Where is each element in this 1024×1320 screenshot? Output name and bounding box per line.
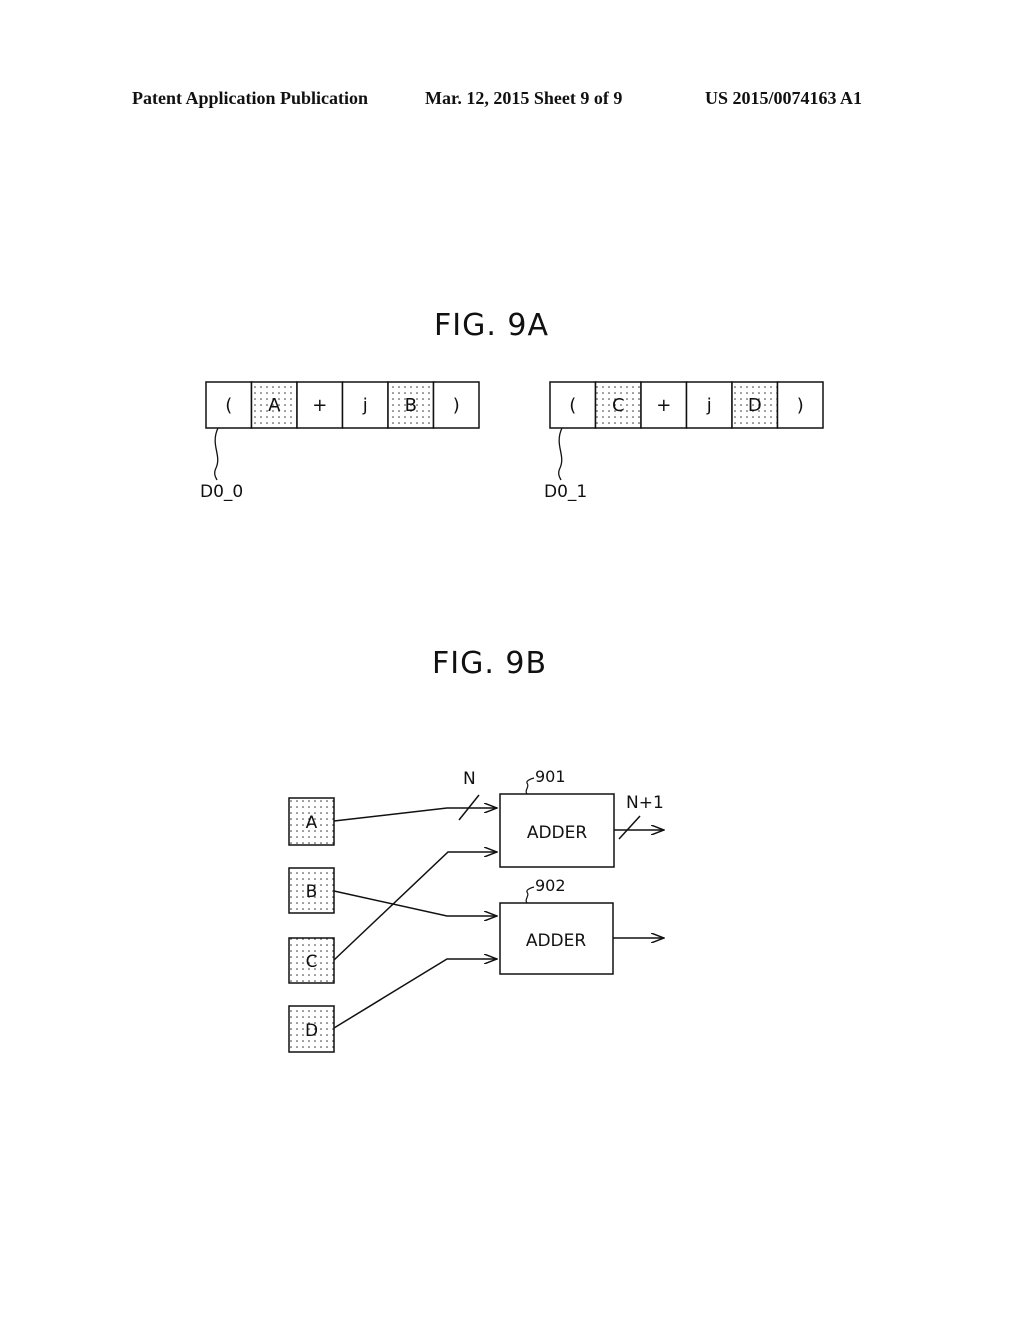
input-b-label: B [306, 882, 318, 902]
input-a: A [288, 797, 335, 846]
adder-901-leader [525, 777, 535, 795]
leader-line-d0-1 [558, 427, 563, 481]
leader-line-d0-0 [214, 427, 219, 481]
register-cell-text: A [268, 395, 281, 416]
register-cell-text: ( [225, 395, 232, 416]
input-d-label: D [305, 1021, 318, 1041]
register-cell-text: D [748, 395, 762, 416]
register-label-d0-0: D0_0 [200, 482, 243, 502]
adder-902: ADDER 902 [499, 876, 614, 975]
wire-d-to-adder-902 [333, 959, 497, 1029]
register-cell-text: + [656, 395, 671, 416]
bus-width-slash-out [618, 815, 641, 840]
bus-out-label: N+1 [626, 793, 664, 813]
register-cell-text: ( [569, 395, 576, 416]
register-label-d0-1: D0_1 [544, 482, 587, 502]
register-cell-text: j [362, 395, 368, 416]
input-c: C [288, 937, 335, 984]
register-cell-text: C [612, 395, 625, 416]
register-cell: ( [549, 381, 597, 429]
adder-902-label: ADDER [526, 931, 587, 951]
wire-b-to-adder-902 [333, 890, 497, 916]
register-cell: + [640, 381, 688, 429]
register-cell: ) [432, 381, 480, 429]
register-cell: j [341, 381, 389, 429]
adder-901-ref: 901 [535, 767, 566, 786]
register-cell-text: j [706, 395, 712, 416]
input-d: D [288, 1005, 335, 1053]
register-cell: ( [205, 381, 253, 429]
adder-902-leader [525, 886, 535, 904]
diagram-canvas: ( A + j B) D0_0 ( C + j D) D0_1 A B C D ADDER 90… [200, 381, 824, 1053]
register-cell-text: ) [453, 395, 460, 416]
adder-901: ADDER 901 [499, 767, 615, 868]
register-cell: ) [776, 381, 824, 429]
register-cell: + [296, 381, 344, 429]
bus-in-label: N [463, 769, 476, 789]
register-cell-text: B [405, 395, 417, 416]
wire-a-to-adder-901 [333, 808, 497, 822]
adder-902-ref: 902 [535, 876, 566, 895]
input-a-label: A [306, 813, 318, 833]
input-c-label: C [306, 952, 318, 972]
register-cell: j [685, 381, 733, 429]
register-cell-text: ) [797, 395, 804, 416]
register-d0-0: ( A + j B) D0_0 [200, 381, 480, 502]
register-d0-1: ( C + j D) D0_1 [544, 381, 824, 502]
input-b: B [288, 867, 335, 914]
wire-c-to-adder-901 [333, 852, 497, 961]
register-cell: C [594, 381, 642, 429]
register-cell: A [250, 381, 298, 429]
register-cell-text: + [312, 395, 327, 416]
register-cell: B [387, 381, 435, 429]
register-cell: D [731, 381, 779, 429]
adder-901-label: ADDER [527, 823, 588, 843]
